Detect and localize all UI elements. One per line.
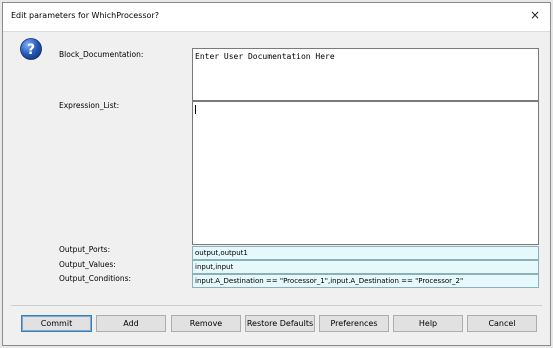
button-separator [11, 305, 542, 306]
restore-defaults-button[interactable]: Restore Defaults [245, 315, 315, 332]
expression-list-label: Expression_List: [59, 101, 120, 110]
output-conditions-field[interactable]: input.A_Destination == "Processor_1",inp… [192, 274, 539, 288]
question-mark-icon: ? [20, 38, 42, 60]
expression-list-textarea[interactable] [192, 101, 539, 245]
block-documentation-label: Block_Documentation: [59, 50, 144, 59]
output-values-label: Output_Values: [59, 260, 116, 269]
block-documentation-textarea[interactable]: Enter User Documentation Here [192, 48, 539, 101]
help-button[interactable]: Help [393, 315, 463, 332]
output-conditions-label: Output_Conditions: [59, 274, 132, 283]
remove-button[interactable]: Remove [171, 315, 241, 332]
output-ports-label: Output_Ports: [59, 245, 111, 254]
svg-text:?: ? [27, 42, 35, 58]
preferences-button[interactable]: Preferences [319, 315, 389, 332]
add-button[interactable]: Add [96, 315, 166, 332]
dialog-window: Edit parameters for WhichProcessor? × ? … [2, 2, 551, 346]
output-ports-field[interactable]: output,output1 [192, 246, 539, 260]
close-icon[interactable]: × [530, 8, 540, 22]
output-values-field[interactable]: input,input [192, 260, 539, 274]
dialog-title: Edit parameters for WhichProcessor? [11, 11, 159, 20]
text-caret [195, 105, 196, 114]
commit-button[interactable]: Commit [21, 315, 92, 332]
cancel-button[interactable]: Cancel [467, 315, 537, 332]
title-bar: Edit parameters for WhichProcessor? × [3, 3, 550, 32]
block-documentation-text: Enter User Documentation Here [195, 52, 335, 61]
